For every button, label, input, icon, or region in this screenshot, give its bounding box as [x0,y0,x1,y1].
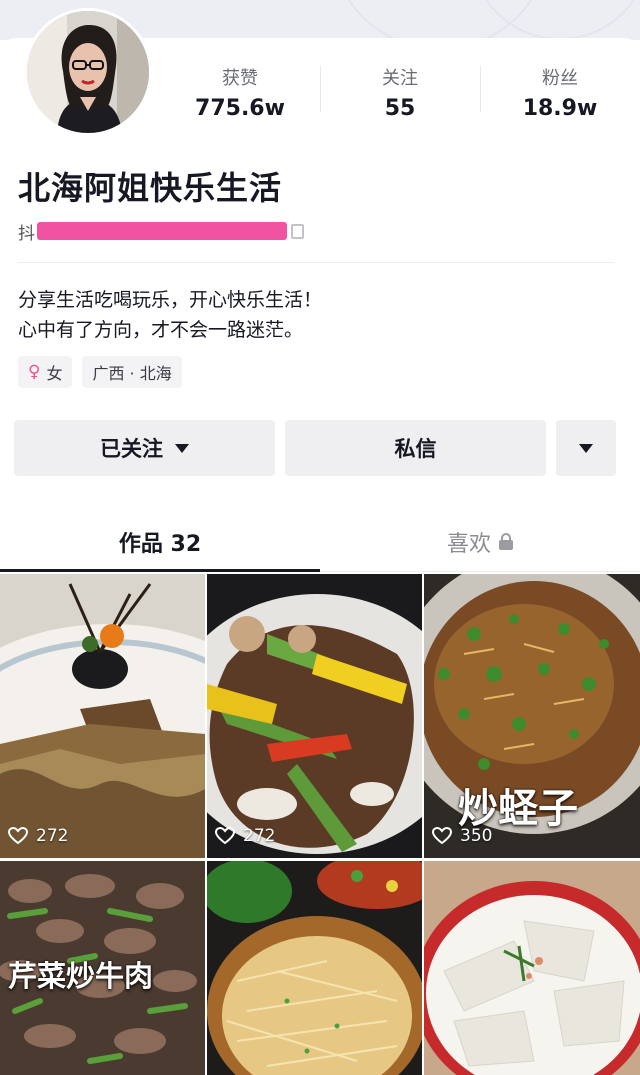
message-button[interactable]: 私信 [285,420,546,476]
douyin-id-prefix: 抖 [18,223,35,244]
video-overlay-title: 芹菜炒牛肉 [8,959,154,993]
video-thumbnail[interactable]: 芹菜炒牛肉 [0,861,205,1075]
video-likes-count: 350 [460,826,493,846]
stat-followers[interactable]: 粉丝 18.9w [480,60,640,130]
location-label: 广西 · 北海 [92,364,172,383]
avatar[interactable] [24,8,152,136]
stat-label: 粉丝 [542,68,578,89]
stat-likes[interactable]: 获赞 775.6w [160,60,320,130]
message-label: 私信 [394,437,437,461]
profile-tags: ♀ 女 广西 · 北海 [18,356,182,388]
heart-icon [8,827,28,845]
profile-bio: 分享生活吃喝玩乐，开心快乐生活！ 心中有了方向，才不会一路迷茫。 [18,285,322,345]
stat-value: 55 [384,96,416,121]
tab-works[interactable]: 作品 32 [0,512,320,572]
divider [18,262,614,263]
caret-down-icon [175,443,189,453]
video-thumbnail[interactable] [207,861,422,1075]
video-thumbnail[interactable] [424,861,640,1075]
heart-icon [215,827,235,845]
profile-card: 获赞 775.6w 关注 55 粉丝 18.9w 北海阿姐快乐生活 抖 分享生活… [0,38,640,1075]
followed-button[interactable]: 已关注 [14,420,275,476]
heart-icon [432,827,452,845]
stats-bar: 获赞 775.6w 关注 55 粉丝 18.9w [160,60,640,130]
video-grid: 272 272 炒蛏子 350 芹菜炒牛肉 [0,574,640,1075]
more-options-button[interactable] [556,420,616,476]
caret-down-icon [579,443,593,453]
tab-works-label: 作品 32 [118,531,202,557]
stat-value: 18.9w [522,96,598,121]
video-thumbnail[interactable]: 272 [207,574,422,858]
douyin-id[interactable]: 抖 [18,218,304,244]
followed-label: 已关注 [100,437,163,461]
video-likes-count: 272 [243,826,276,846]
content-tabs: 作品 32 喜欢 [0,512,640,572]
redaction-bar [37,222,287,240]
video-likes: 272 [215,826,275,846]
location-tag: 广西 · 北海 [82,356,182,388]
stat-following[interactable]: 关注 55 [320,60,480,130]
stat-value: 775.6w [195,96,285,121]
video-thumbnail[interactable]: 炒蛏子 350 [424,574,640,858]
stat-label: 关注 [382,68,418,89]
bio-line: 分享生活吃喝玩乐，开心快乐生活！ [18,289,323,311]
video-likes: 350 [432,826,492,846]
female-icon: ♀ [28,362,41,382]
stat-label: 获赞 [222,68,258,89]
action-buttons: 已关注 私信 [14,420,616,476]
gender-tag: ♀ 女 [18,356,73,388]
video-likes-count: 272 [36,826,69,846]
copy-icon[interactable] [291,223,304,239]
gender-label: 女 [46,364,63,383]
video-thumbnail[interactable]: 272 [0,574,205,858]
profile-nickname: 北海阿姐快乐生活 [18,169,283,207]
lock-icon [499,533,513,550]
bio-line: 心中有了方向，才不会一路迷茫。 [18,319,304,341]
tab-likes[interactable]: 喜欢 [320,512,640,571]
video-likes: 272 [8,826,68,846]
tab-likes-label: 喜欢 [446,531,491,557]
